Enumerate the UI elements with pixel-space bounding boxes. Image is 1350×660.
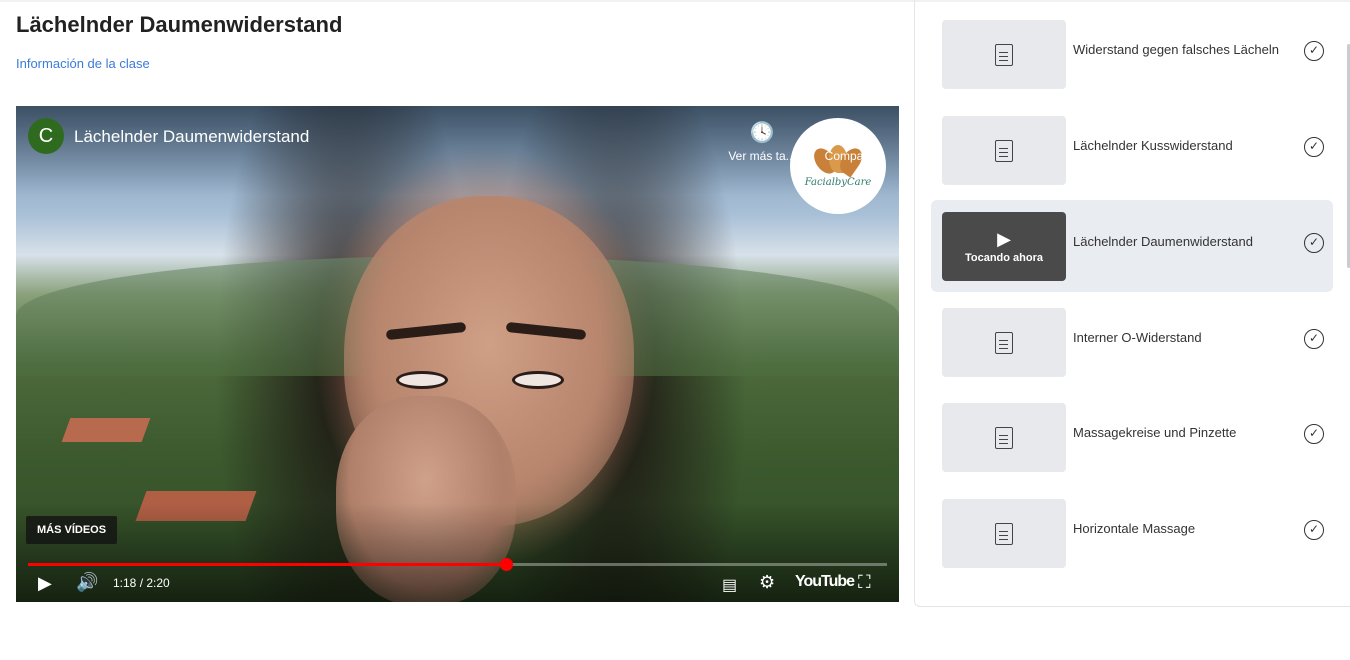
share-label: Compartir — [824, 149, 878, 163]
gear-icon[interactable]: ⚙ — [759, 572, 775, 593]
more-videos-button[interactable]: MÁS VÍDEOS — [26, 516, 118, 544]
document-icon — [995, 522, 1013, 545]
clock-icon: 🕓 — [749, 122, 775, 144]
lesson-thumbnail — [942, 308, 1066, 377]
check-circle-icon: ✓ — [1304, 41, 1324, 61]
check-circle-icon: ✓ — [1304, 137, 1324, 157]
lesson-title: Lächelnder Daumenwiderstand — [1073, 234, 1253, 249]
check-circle-icon: ✓ — [1304, 520, 1324, 540]
lesson-item[interactable]: Lächelnder Kusswiderstand ✓ — [931, 104, 1333, 196]
video-overlay-gradient — [16, 106, 899, 602]
page-title: Lächelnder Daumenwiderstand — [16, 12, 343, 37]
lesson-thumbnail — [942, 403, 1066, 472]
lesson-thumbnail-now-playing: ▶ Tocando ahora — [942, 212, 1066, 281]
player-controls: ▶ 🔊 1:18 / 2:20 ▤ ⚙ YouTube ⛶ — [16, 572, 899, 598]
watch-later-label: Ver más ta... — [728, 149, 796, 163]
document-icon — [995, 426, 1013, 449]
check-circle-icon: ✓ — [1304, 329, 1324, 349]
document-icon — [995, 139, 1013, 162]
play-button[interactable]: ▶ — [38, 573, 52, 594]
progress-bar[interactable] — [28, 558, 887, 571]
play-icon: ▶ — [997, 228, 1011, 249]
lesson-title: Interner O-Widerstand — [1073, 330, 1202, 345]
lesson-title: Lächelnder Kusswiderstand — [1073, 138, 1233, 153]
youtube-logo[interactable]: YouTube — [795, 573, 855, 591]
check-circle-icon: ✓ — [1304, 424, 1324, 444]
lesson-item[interactable]: Widerstand gegen falsches Lächeln ✓ — [931, 8, 1333, 100]
volume-icon[interactable]: 🔊 — [76, 572, 98, 593]
document-icon — [995, 43, 1013, 66]
lesson-thumbnail — [942, 20, 1066, 89]
time-readout: 1:18 / 2:20 — [113, 576, 170, 590]
share-button[interactable]: ➦ Compartir — [816, 120, 886, 163]
document-icon — [995, 331, 1013, 354]
lesson-item[interactable]: Horizontale Massage ✓ — [931, 487, 1333, 579]
lesson-thumbnail — [942, 499, 1066, 568]
lesson-item[interactable]: Interner O-Widerstand ✓ — [931, 296, 1333, 388]
lesson-list: Widerstand gegen falsches Lächeln ✓ Läch… — [914, 0, 1350, 607]
lesson-thumbnail — [942, 116, 1066, 185]
lesson-title: Horizontale Massage — [1073, 521, 1196, 536]
video-player[interactable]: C Lächelnder Daumenwiderstand 🕓 Ver más … — [16, 106, 899, 602]
lesson-item-active[interactable]: ▶ Tocando ahora Lächelnder Daumenwiderst… — [931, 200, 1333, 292]
check-circle-icon: ✓ — [1304, 233, 1324, 253]
now-playing-label: Tocando ahora — [964, 251, 1044, 264]
captions-icon[interactable]: ▤ — [722, 575, 737, 595]
fullscreen-icon[interactable]: ⛶ — [858, 572, 871, 593]
lesson-title: Widerstand gegen falsches Lächeln — [1073, 42, 1279, 57]
brand-logo-text: FacialbyCare — [804, 176, 872, 188]
progress-fill — [28, 563, 507, 566]
class-info-link[interactable]: Información de la clase — [16, 56, 150, 71]
channel-avatar[interactable]: C — [28, 118, 64, 154]
lesson-title: Massagekreise und Pinzette — [1073, 425, 1237, 440]
share-arrow-icon: ➦ — [842, 122, 860, 144]
lesson-item[interactable]: Massagekreise und Pinzette ✓ — [931, 391, 1333, 483]
video-title[interactable]: Lächelnder Daumenwiderstand — [74, 127, 309, 147]
